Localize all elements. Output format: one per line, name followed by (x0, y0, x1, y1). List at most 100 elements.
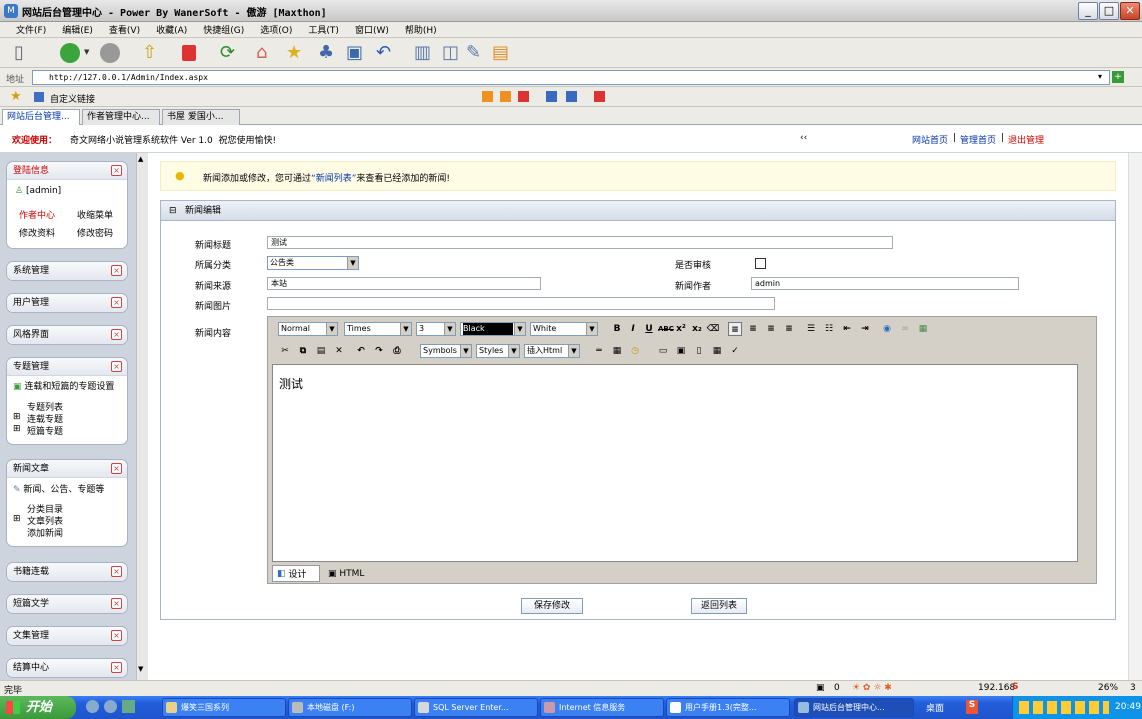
numbered-list-icon[interactable]: ☷ (822, 322, 836, 336)
notes-icon[interactable]: ▤ (492, 42, 509, 64)
quicklaunch-desktop-icon[interactable] (122, 700, 135, 713)
symbols-select[interactable]: Symbols ▼ (420, 344, 472, 358)
forward-icon[interactable] (100, 43, 120, 63)
subscript-icon[interactable]: x₂ (690, 322, 704, 336)
stop-icon[interactable] (182, 45, 196, 61)
align-right-icon[interactable]: ≡ (764, 322, 778, 336)
task-sql-server[interactable]: SQL Server Enter... (414, 698, 538, 717)
collapse-icon[interactable]: × (111, 361, 122, 372)
address-input[interactable]: http://127.0.0.1/Admin/Index.aspx (32, 70, 1110, 85)
up-icon[interactable]: ⇧ (142, 42, 157, 64)
tree-item-short-topics[interactable]: 短篇专题 (27, 424, 63, 437)
tip-news-list-link[interactable]: “新闻列表” (311, 171, 356, 184)
edit-icon[interactable]: ✎ (466, 42, 481, 64)
print-icon[interactable]: ⎙ (390, 344, 404, 358)
justify-icon[interactable]: ≡ (782, 322, 796, 336)
clock-icon[interactable]: ◷ (628, 344, 642, 358)
menu-file[interactable]: 文件(F) (16, 23, 46, 36)
review-checkbox[interactable] (755, 258, 766, 269)
tray-icons[interactable] (1019, 701, 1109, 714)
editor-content-area[interactable]: 测试 (272, 364, 1078, 562)
back-icon[interactable] (60, 43, 80, 63)
size-select[interactable]: 3 ▼ (416, 322, 456, 336)
ime-icon[interactable]: S (1012, 682, 1018, 692)
custom-links-label[interactable]: 自定义链接 (50, 92, 95, 105)
copy-icon[interactable]: ⧉ (296, 344, 310, 358)
picture-icon[interactable]: ▣ (674, 344, 688, 358)
quicklaunch-ie-icon[interactable] (86, 700, 99, 713)
underline-icon[interactable]: U (642, 322, 656, 336)
outdent-icon[interactable]: ⇤ (840, 322, 854, 336)
settlement-panel[interactable]: 结算中心 × (6, 658, 128, 678)
bold-icon[interactable]: B (610, 322, 624, 336)
anthology-panel-title[interactable]: 文集管理 × (7, 627, 127, 645)
box-icon[interactable]: ▭ (656, 344, 670, 358)
delete-icon[interactable]: ✕ (332, 344, 346, 358)
link-logout[interactable]: 退出管理 (1008, 133, 1044, 146)
prev-tab-icon[interactable] (482, 91, 493, 102)
save-icon[interactable] (546, 91, 557, 102)
unlink-icon[interactable]: ∞ (898, 322, 912, 336)
tab-author[interactable]: 作者管理中心... (82, 109, 160, 125)
tab-bookstore[interactable]: 书屋 爱国小... (162, 109, 240, 125)
close-tab-icon[interactable] (518, 91, 529, 102)
short-lit-panel[interactable]: 短篇文学 × (6, 594, 128, 614)
desktop-toolbar[interactable]: 桌面 (926, 701, 944, 714)
quicklaunch-maxthon-icon[interactable] (104, 700, 117, 713)
task-sanguo[interactable]: 爆笑三国系列 (162, 698, 286, 717)
scroll-down-icon[interactable]: ▼ (138, 665, 143, 673)
expand-icon[interactable]: × (111, 329, 122, 340)
screen-icon[interactable]: ▣ (346, 42, 363, 64)
split-icon[interactable]: ◫ (442, 42, 459, 64)
books-panel-title[interactable]: 书籍连载 × (7, 563, 127, 581)
title-input[interactable]: 测试 (267, 236, 893, 249)
new-page-icon[interactable]: ▯ (14, 42, 24, 64)
window-icon[interactable] (566, 91, 577, 102)
collapse-icon[interactable]: × (111, 165, 122, 176)
maximize-button[interactable]: □ (1099, 2, 1119, 20)
back-to-list-button[interactable]: 返回列表 (691, 598, 747, 614)
expand-icon[interactable]: × (111, 265, 122, 276)
address-dropdown-icon[interactable]: ▾ (1098, 72, 1102, 81)
favorites-star-icon[interactable]: ★ (10, 89, 22, 104)
category-select[interactable]: 公告类 ▼ (267, 256, 359, 270)
task-user-manual[interactable]: 用户手册1.3(完整... (666, 698, 790, 717)
groups-icon[interactable]: ♣ (318, 42, 334, 64)
close-button[interactable]: ✕ (1120, 2, 1140, 20)
format-select[interactable]: Normal ▼ (278, 322, 338, 336)
save-button[interactable]: 保存修改 (521, 598, 583, 614)
source-input[interactable]: 本站 (267, 277, 541, 290)
expand-icon[interactable]: × (111, 566, 122, 577)
columns-icon[interactable]: ▥ (414, 42, 431, 64)
status-zoom[interactable]: 26% (1098, 683, 1118, 693)
eraser-icon[interactable]: ⌫ (706, 322, 720, 336)
scroll-up-icon[interactable]: ▲ (138, 155, 143, 163)
cut-icon[interactable]: ✂ (278, 344, 292, 358)
collapse-icon[interactable]: × (111, 463, 122, 474)
document-icon[interactable]: ▯ (692, 344, 706, 358)
html-mode-tab[interactable]: ▣ HTML (324, 565, 372, 582)
image-input[interactable] (267, 297, 775, 310)
strikethrough-icon[interactable]: ABC (658, 322, 674, 336)
tab-admin[interactable]: 网站后台管理... (2, 109, 80, 125)
edit-profile-link[interactable]: 修改资料 (19, 226, 55, 239)
next-tab-icon[interactable] (500, 91, 511, 102)
backcolor-select[interactable]: White ▼ (530, 322, 598, 336)
author-center-link[interactable]: 作者中心 (19, 208, 55, 221)
home-icon[interactable]: ⌂ (256, 42, 267, 64)
font-select[interactable]: Times ▼ (344, 322, 412, 336)
expand-icon[interactable]: × (111, 598, 122, 609)
page-scrollbar[interactable] (1128, 153, 1142, 680)
collapse-menu-link[interactable]: 收缩菜单 (77, 208, 113, 221)
collapse-toggle[interactable]: ‹‹ (800, 133, 807, 143)
menu-groups[interactable]: 快捷组(G) (203, 23, 244, 36)
news-panel-title[interactable]: 新闻文章 × (7, 460, 127, 478)
topics-panel-title[interactable]: 专题管理 × (7, 358, 127, 376)
tree-expand-icon[interactable]: ⊞ (13, 412, 21, 422)
styles-select[interactable]: Styles ▼ (476, 344, 520, 358)
users-panel[interactable]: 用户管理 × (6, 293, 128, 313)
insert-html-select[interactable]: 插入Html ▼ (524, 344, 580, 358)
style-panel[interactable]: 风格界面 × (6, 325, 128, 345)
sidebar-scrollbar[interactable]: ▲ ▼ (136, 153, 148, 680)
link-site-home[interactable]: 网站首页 (912, 133, 948, 146)
